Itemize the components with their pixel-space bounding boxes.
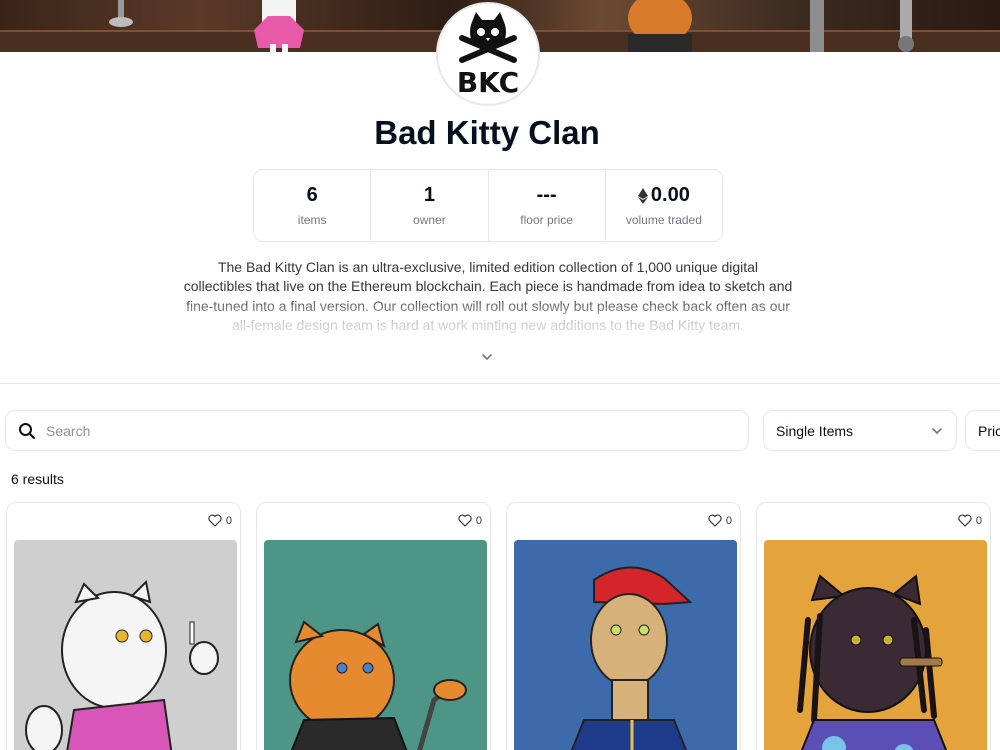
banner-bar-taps <box>810 0 914 52</box>
section-divider <box>0 383 1000 384</box>
stat-label: owner <box>413 213 446 227</box>
chevron-down-icon[interactable] <box>478 348 496 366</box>
nft-image[interactable] <box>264 540 487 750</box>
banner-lamp <box>109 0 133 27</box>
heart-icon <box>958 514 972 527</box>
nft-image[interactable] <box>764 540 987 750</box>
favorite-button[interactable]: 0 <box>458 514 482 527</box>
stat-floor-price[interactable]: --- floor price <box>489 170 606 241</box>
nft-card[interactable]: 0 <box>256 502 491 750</box>
nft-image[interactable] <box>14 540 237 750</box>
search-box[interactable] <box>5 410 749 451</box>
collection-title: Bad Kitty Clan <box>374 114 600 151</box>
like-count: 0 <box>725 514 732 527</box>
logo-text: BKC <box>457 66 519 99</box>
like-count: 0 <box>475 514 482 527</box>
stat-value: 6 <box>306 184 318 206</box>
stat-label: volume traded <box>625 213 702 227</box>
favorite-button[interactable]: 0 <box>958 514 982 527</box>
heart-icon <box>458 514 472 527</box>
stat-items[interactable]: 6 items <box>254 170 372 241</box>
sort-select[interactable]: Price <box>965 410 1000 451</box>
stat-volume-traded[interactable]: 0.00 volume traded <box>606 170 722 241</box>
heart-icon <box>208 514 222 527</box>
stat-value: 0.00 <box>650 184 690 206</box>
search-icon <box>19 422 35 439</box>
heart-icon <box>708 514 722 527</box>
ethereum-icon <box>637 187 648 204</box>
like-count: 0 <box>975 514 982 527</box>
stat-label: floor price <box>520 213 573 227</box>
nft-card[interactable]: 0 <box>506 502 741 750</box>
favorite-button[interactable]: 0 <box>208 514 232 527</box>
stat-value-row: 0.00 <box>637 184 690 207</box>
collection-logo: BKC <box>436 2 540 106</box>
leopard-cat-red-cap-art <box>570 566 693 750</box>
item-type-select[interactable]: Single Items <box>763 410 957 451</box>
like-count: 0 <box>225 514 232 527</box>
stat-owners[interactable]: 1 owner <box>371 170 489 241</box>
white-persian-cat-art <box>25 579 219 750</box>
nft-card[interactable]: 0 <box>6 502 241 750</box>
description-fade <box>183 296 793 352</box>
black-cat-dreadlocks-art <box>797 574 948 750</box>
search-input[interactable] <box>46 422 706 439</box>
item-type-value: Single Items <box>776 422 854 439</box>
chevron-down-icon <box>932 428 942 435</box>
banner-orange-cat-figure <box>628 0 692 52</box>
collection-stats: 6 items 1 owner --- floor price 0.00 vol… <box>253 169 723 242</box>
results-count: 6 results <box>11 471 64 487</box>
orange-biker-cat-art <box>289 620 467 750</box>
stat-label: items <box>297 213 327 227</box>
favorite-button[interactable]: 0 <box>708 514 732 527</box>
sort-value: Price <box>978 422 1000 439</box>
skull-crossbones-cat-icon: BKC <box>457 12 519 99</box>
nft-card[interactable]: 0 <box>756 502 991 750</box>
nft-image[interactable] <box>514 540 737 750</box>
stat-value: 1 <box>423 184 435 206</box>
banner-pink-kitty-figure <box>254 0 304 52</box>
stat-value: --- <box>536 184 557 206</box>
